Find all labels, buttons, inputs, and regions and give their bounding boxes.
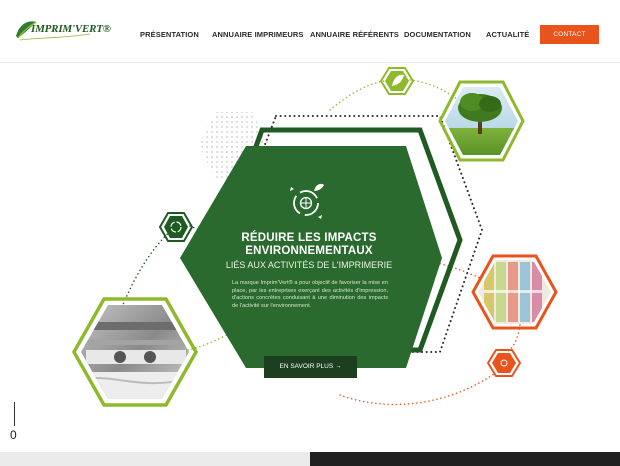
tree-image <box>438 80 525 162</box>
leaf-hex-icon[interactable] <box>379 67 415 95</box>
hero-subtitle: LIÉS AUX ACTIVITÉS DE L'IMPRIMERIE <box>225 260 393 270</box>
printed-sheets-image <box>471 254 558 330</box>
footer-band-dark <box>310 452 620 466</box>
hero-title-line2: ENVIRONNEMENTAUX <box>245 245 373 257</box>
scroll-indicator-number: 0 <box>10 428 17 442</box>
footer-band-light <box>0 452 310 466</box>
printing-machine-image <box>71 297 199 407</box>
hero-heading: RÉDUIRE LES IMPACTS ENVIRONNEMENTAUX LIÉ… <box>224 232 394 271</box>
learn-more-button[interactable]: EN SAVOIR PLUS → <box>264 356 357 378</box>
hero-title-line1: RÉDUIRE LES IMPACTS <box>241 232 377 244</box>
recycle-hex-icon[interactable] <box>158 212 194 242</box>
hero-description: La marque Imprim'Vert® a pour objectif d… <box>232 280 388 309</box>
orange-hex-icon[interactable] <box>486 349 522 377</box>
scroll-indicator-line <box>14 402 15 426</box>
